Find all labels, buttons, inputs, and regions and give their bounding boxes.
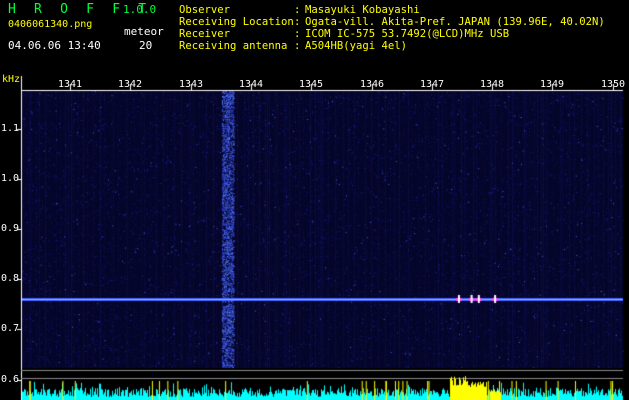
capture-datetime: 04.06.06 13:40 <box>8 39 101 52</box>
antenna-colon: : <box>294 40 301 52</box>
x-tick-label: 1343 <box>179 79 204 90</box>
location-value: Ogata-vill. Akita-Pref. JAPAN (139.96E, … <box>305 16 605 28</box>
app-version: 1.0.0 <box>123 3 157 16</box>
antenna-value: A504HB(yagi 4el) <box>305 40 408 52</box>
x-tick-label: 1349 <box>540 79 565 90</box>
observer-label: Observer <box>179 4 231 16</box>
meteor-count-label: meteor <box>124 25 164 38</box>
x-tick-label: 1345 <box>299 79 324 90</box>
receiver-value: ICOM IC-575 53.7492(@LCD)MHz USB <box>305 28 510 40</box>
meteor-count-value: 20 <box>139 39 153 52</box>
receiver-colon: : <box>294 28 301 40</box>
location-colon: : <box>294 16 301 28</box>
y-tick-label: 0.7 <box>1 323 20 334</box>
x-tick-label: 1342 <box>118 79 143 90</box>
x-tick-label: 1341 <box>58 79 83 90</box>
antenna-label: Receiving antenna <box>179 40 288 52</box>
y-tick-label: 0.6 <box>1 374 20 385</box>
y-tick-label: 1.1 <box>1 123 20 134</box>
receiver-label: Receiver <box>179 28 231 40</box>
location-label: Receiving Location <box>179 16 294 28</box>
y-tick-label: 0.8 <box>1 273 20 284</box>
x-tick-label: 1350 <box>601 79 626 90</box>
spectrogram-heatmap <box>0 0 629 400</box>
x-tick-label: 1347 <box>420 79 445 90</box>
x-tick-label: 1348 <box>480 79 505 90</box>
observer-colon: : <box>294 4 301 16</box>
x-tick-label: 1344 <box>239 79 264 90</box>
x-tick-label: 1346 <box>360 79 385 90</box>
y-axis-unit-label: kHz <box>2 74 21 85</box>
image-filename: 0406061340.png <box>8 19 93 30</box>
y-tick-label: 1.0 <box>1 173 20 184</box>
y-tick-label: 0.9 <box>1 223 20 234</box>
observer-value: Masayuki Kobayashi <box>305 4 420 16</box>
